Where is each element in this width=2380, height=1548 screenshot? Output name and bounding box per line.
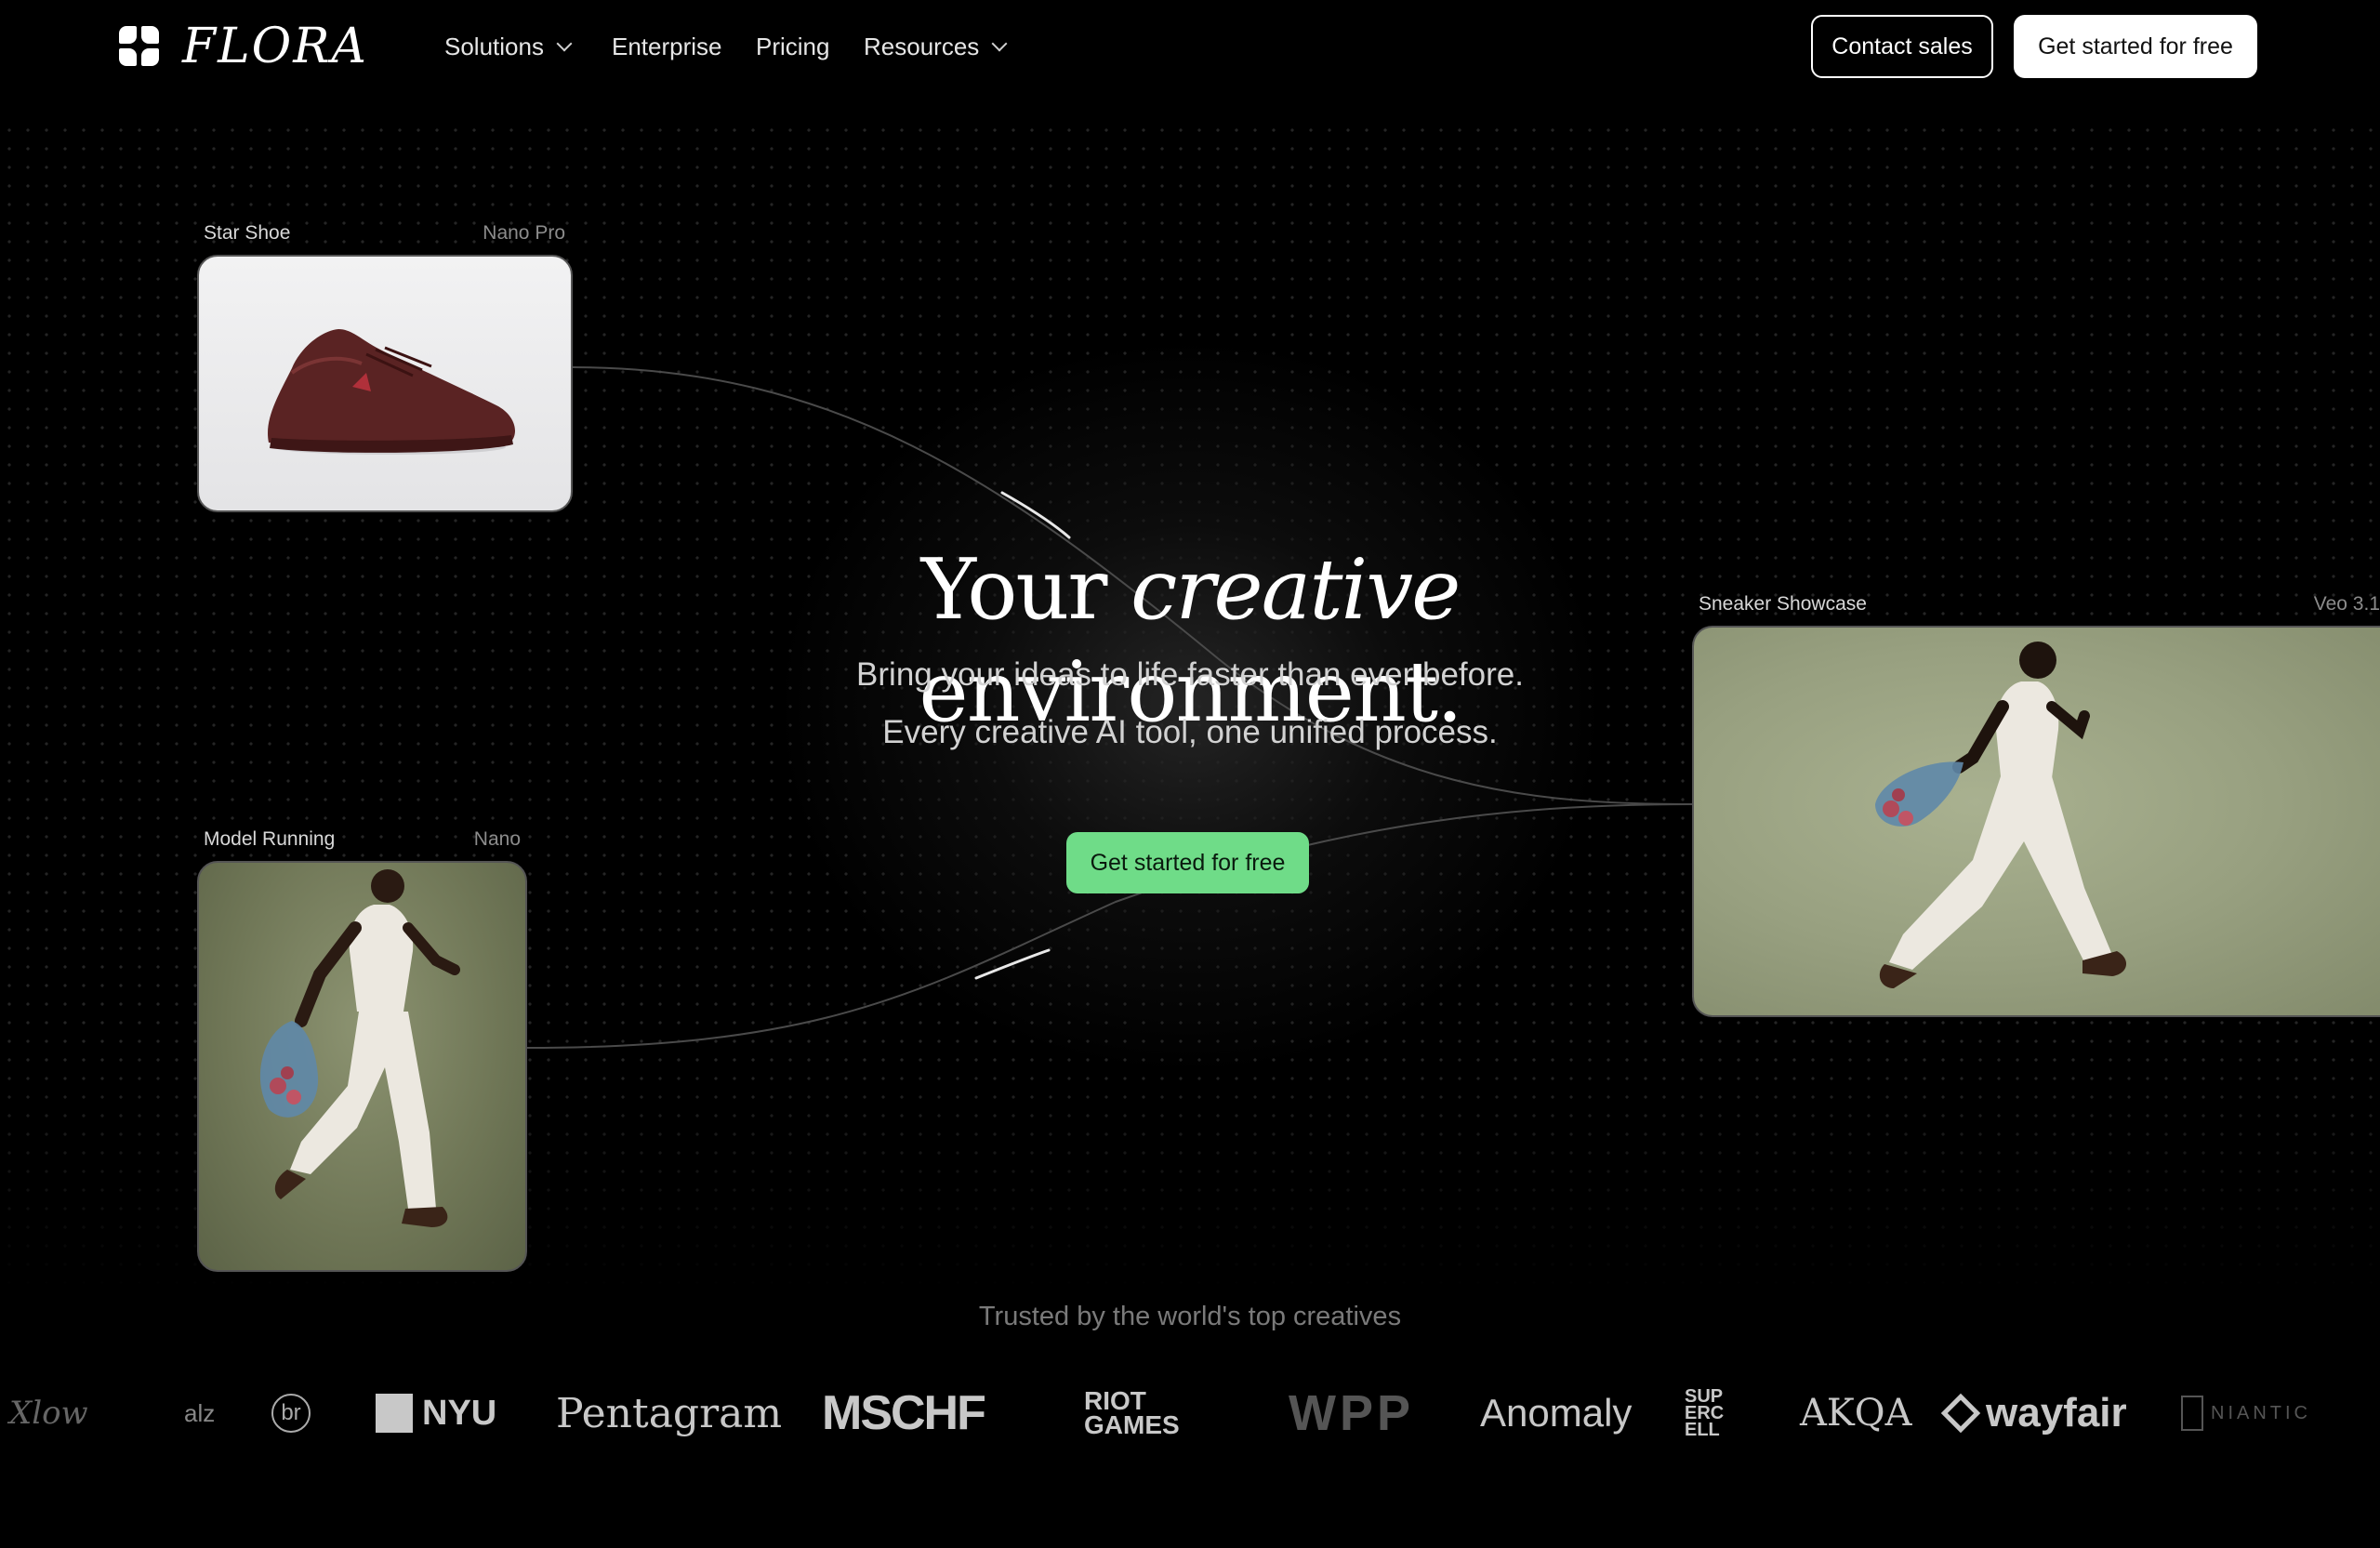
wayfair-mark-icon (1940, 1393, 1981, 1434)
chevron-down-icon (991, 35, 1008, 52)
node-model-model-running: Nano (473, 828, 521, 850)
model-running-image[interactable] (197, 861, 527, 1272)
brand-logo-nyu: NYU (376, 1385, 496, 1441)
flora-logo-icon[interactable] (119, 26, 159, 66)
contact-sales-button[interactable]: Contact sales (1811, 15, 1993, 78)
star-shoe-image[interactable] (197, 255, 573, 512)
runner-illustration (259, 869, 460, 1227)
brand-logo-mschf: MSCHF (822, 1386, 986, 1440)
trusted-heading: Trusted by the world's top creatives (978, 1302, 1402, 1331)
hero-title-italic: creative (1130, 541, 1461, 639)
nav-resources-label: Resources (864, 33, 980, 60)
node-model-star-shoe: Nano Pro (483, 222, 565, 244)
hero-subtitle-line-1: Bring your ideas to life faster than eve… (856, 656, 1524, 693)
runner-video-illustration (1875, 642, 2127, 988)
brand-wayfair-text: wayfair (1986, 1390, 2127, 1436)
hero-title-before: Your (920, 541, 1108, 639)
flora-wordmark[interactable]: FLORA (182, 17, 368, 76)
brand-logo-small: alz (184, 1398, 216, 1427)
hero-subtitle-line-2: Every creative AI tool, one unified proc… (882, 714, 1498, 750)
brand-niantic-text: NIANTIC (2211, 1402, 2311, 1423)
brand-logo-riot-games: RIOT GAMES (1084, 1386, 1180, 1439)
nav-pricing-label: Pricing (756, 33, 830, 60)
brand-logo-akqa: AKQA (1800, 1392, 1912, 1435)
top-navigation: FLORA Solutions Enterprise Pricing Resou… (0, 0, 2380, 93)
nav-enterprise[interactable]: Enterprise (612, 30, 722, 63)
brand-logo-wayfair: wayfair (1940, 1385, 2127, 1441)
get-started-nav-button[interactable]: Get started for free (2014, 15, 2257, 78)
get-started-hero-button[interactable]: Get started for free (1066, 832, 1309, 893)
niantic-mark-icon (2181, 1396, 2203, 1431)
nav-resources[interactable]: Resources (864, 30, 1008, 63)
brand-nyu-text: NYU (422, 1393, 497, 1433)
shoe-illustration (268, 329, 515, 455)
nav-enterprise-label: Enterprise (612, 33, 722, 60)
brand-logo-pentagram: Pentagram (556, 1389, 783, 1437)
node-title-model-running: Model Running (204, 828, 336, 850)
brand-logo-wpp: WPP (1289, 1385, 1415, 1441)
sneaker-showcase-video[interactable] (1692, 626, 2380, 1017)
node-model-sneaker-showcase: Veo 3.1 (2313, 593, 2380, 615)
torch-icon (376, 1394, 413, 1433)
brand-logo-anomaly: Anomaly (1480, 1391, 1633, 1435)
brand-logo-supercell: SUP ERC ELL (1685, 1386, 1725, 1440)
chevron-down-icon (556, 35, 573, 52)
brand-logo-br: br (271, 1385, 311, 1441)
nav-solutions[interactable]: Solutions (444, 30, 573, 63)
brand-logo-script: Xlow (9, 1395, 88, 1432)
nav-pricing[interactable]: Pricing (756, 30, 829, 63)
brand-logo-niantic: NIANTIC (2181, 1385, 2311, 1441)
nav-solutions-label: Solutions (444, 33, 544, 60)
node-title-star-shoe: Star Shoe (204, 222, 291, 244)
